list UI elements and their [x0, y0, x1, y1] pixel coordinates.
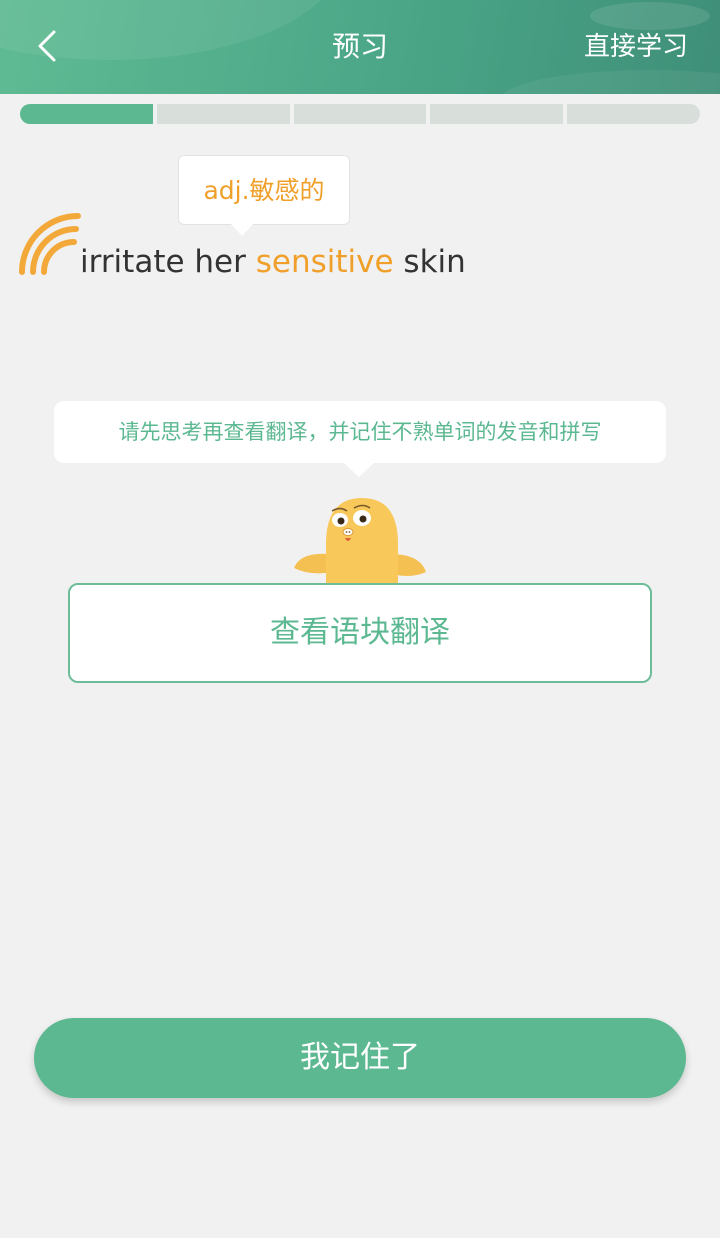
progress-segment-pending [567, 104, 700, 124]
remembered-button[interactable]: 我记住了 [34, 1018, 686, 1098]
mascot-chick [290, 492, 430, 593]
page-title: 预习 [331, 30, 388, 63]
phrase-before: irritate her [80, 244, 256, 280]
phrase-after: skin [393, 244, 466, 280]
skip-to-study-button[interactable]: 直接学习 [584, 0, 688, 94]
top-bar: 预习 直接学习 [0, 0, 720, 94]
chick-mascot-icon [294, 498, 426, 593]
back-button[interactable] [28, 22, 72, 70]
highlighted-word[interactable]: sensitive [256, 244, 394, 280]
audio-waves-icon [19, 213, 81, 275]
word-definition-text: adj.敏感的 [203, 176, 325, 205]
word-definition-tooltip: adj.敏感的 [178, 155, 350, 236]
phrase-text: irritate her sensitive skin [80, 238, 466, 286]
progress-segment-pending [156, 104, 290, 124]
hint-text: 请先思考再查看翻译，并记住不熟单词的发音和拼写 [118, 420, 602, 444]
hint-bubble: 请先思考再查看翻译，并记住不熟单词的发音和拼写 [54, 401, 666, 477]
view-translation-button[interactable]: 查看语块翻译 [68, 583, 652, 683]
progress-bar [20, 104, 700, 124]
chevron-left-icon [38, 30, 56, 62]
hint-bubble-arrow [344, 463, 374, 477]
tooltip-arrow [231, 224, 253, 236]
progress-segment-pending [293, 104, 427, 124]
progress-segment-pending [430, 104, 564, 124]
progress-segment-completed [20, 104, 153, 124]
play-audio-button[interactable] [16, 212, 82, 278]
